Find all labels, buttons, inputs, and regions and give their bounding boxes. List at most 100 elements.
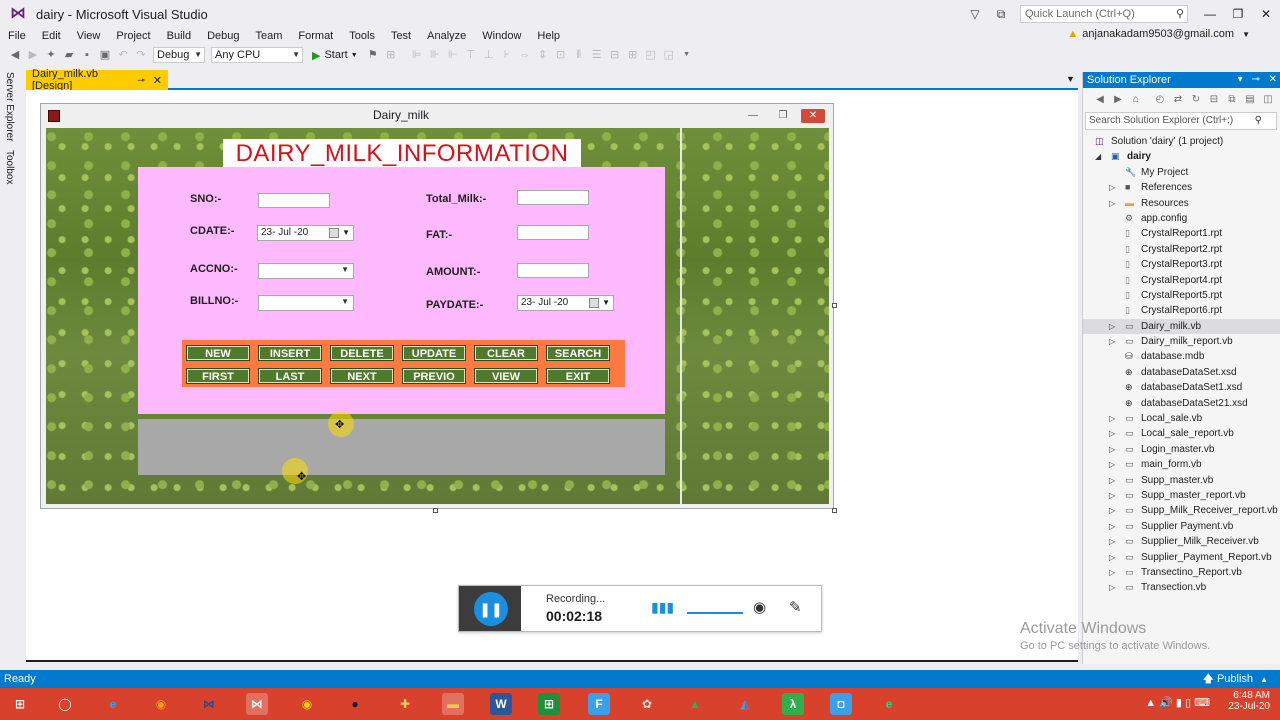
make-same-width-icon[interactable]: ⇔ — [518, 48, 532, 62]
close-button[interactable]: ✕ — [1252, 0, 1280, 28]
open-file-icon[interactable]: ▰ — [62, 48, 76, 62]
solution-tree-item[interactable]: ▷ ▭ Supp_master_report.vb — [1083, 488, 1280, 503]
button-panel[interactable]: NEW INSERT DELETE UPDATE CLEAR SEARCH FI… — [182, 340, 625, 387]
menu-edit[interactable]: Edit — [34, 30, 69, 42]
solution-tree-item[interactable]: ⊕ databaseDataSet1.xsd — [1083, 380, 1280, 395]
solution-tree-item[interactable]: ▷ ▭ Dairy_milk.vb — [1083, 318, 1280, 335]
align-bottoms-icon[interactable]: ⊦ — [500, 48, 514, 62]
align-to-grid-icon[interactable]: ⊞ — [384, 48, 398, 62]
new-project-icon[interactable]: ✦ — [44, 48, 58, 62]
menu-tools[interactable]: Tools — [341, 30, 383, 42]
solution-tree-item[interactable]: ⊕ databaseDataSet.xsd — [1083, 365, 1280, 380]
solution-tree-item[interactable]: ▷ ▭ Dairy_milk_report.vb — [1083, 334, 1280, 349]
view-button[interactable]: VIEW — [475, 369, 537, 383]
expand-arrow-icon[interactable]: ▷ — [1109, 550, 1115, 565]
expand-arrow-icon[interactable]: ◢ — [1095, 149, 1101, 164]
solution-tree-item[interactable]: ◢ ▣ dairy — [1083, 149, 1280, 164]
solution-tree-item[interactable]: ▷ ▭ Supplier_Payment_Report.vb — [1083, 550, 1280, 565]
solution-explorer-search-input[interactable]: Search Solution Explorer (Ctrl+;) ⚲ — [1085, 112, 1277, 130]
menu-view[interactable]: View — [69, 30, 109, 42]
solution-configuration-select[interactable]: Debug ▼ — [153, 47, 205, 63]
expand-arrow-icon[interactable]: ▷ — [1109, 580, 1115, 595]
expand-arrow-icon[interactable]: ▷ — [1109, 534, 1115, 549]
toolbar-options-icon[interactable]: ▼ — [680, 48, 694, 62]
chrome-icon[interactable]: ◉ — [296, 693, 318, 715]
windows-start-icon[interactable]: ⊞ — [9, 693, 31, 715]
expand-arrow-icon[interactable]: ▷ — [1109, 426, 1115, 441]
forward-icon[interactable]: ▶ — [1111, 93, 1125, 107]
data-grid-panel[interactable] — [138, 419, 665, 475]
expand-arrow-icon[interactable]: ▷ — [1109, 180, 1115, 195]
center-vertically-icon[interactable]: ⊞ — [626, 48, 640, 62]
system-clock[interactable]: 6:48 AM 23-Jul-20 — [1228, 690, 1270, 712]
undo-icon[interactable]: ↶ — [116, 48, 130, 62]
visual-studio-old-icon[interactable]: ⋈ — [198, 693, 220, 715]
solution-tree-item[interactable]: ▷ ▭ Transectino_Report.vb — [1083, 565, 1280, 580]
opera-icon[interactable]: ◯ — [54, 693, 76, 715]
back-icon[interactable]: ◀ — [1093, 93, 1107, 107]
media-app-icon[interactable]: ● — [344, 693, 366, 715]
redo-icon[interactable]: ↷ — [134, 48, 148, 62]
solution-tree-item[interactable]: ⛁ database.mdb — [1083, 349, 1280, 364]
solution-tree-item[interactable]: ▷ ▭ Supp_Milk_Receiver_report.vb — [1083, 503, 1280, 518]
label-amount[interactable]: AMOUNT:- — [426, 266, 480, 278]
make-same-height-icon[interactable]: ⇕ — [536, 48, 550, 62]
last-button[interactable]: LAST — [259, 369, 321, 383]
resize-handle-corner[interactable] — [832, 508, 837, 513]
green-app-icon[interactable]: ▲ — [684, 693, 706, 715]
show-all-files-icon[interactable]: ⧉ — [1225, 93, 1239, 107]
chevron-down-icon[interactable]: ▼ — [1066, 74, 1075, 84]
edge-icon[interactable]: e — [878, 693, 900, 715]
collapse-all-icon[interactable]: ⊟ — [1207, 93, 1221, 107]
exit-button[interactable]: EXIT — [547, 369, 609, 383]
banner-label[interactable]: DAIRY_MILK_INFORMATION — [223, 139, 581, 168]
solution-tree-item[interactable]: ⊕ databaseDataSet21.xsd — [1083, 396, 1280, 411]
expand-arrow-icon[interactable]: ▷ — [1109, 457, 1115, 472]
expand-arrow-icon[interactable]: ▷ — [1109, 411, 1115, 426]
webcam-icon[interactable]: ◉ — [753, 598, 766, 616]
solution-tree-item[interactable]: ▯ CrystalReport1.rpt — [1083, 226, 1280, 241]
minimize-button[interactable]: — — [1196, 0, 1224, 28]
label-fat[interactable]: FAT:- — [426, 229, 452, 241]
solution-tree-item[interactable]: ▯ CrystalReport5.rpt — [1083, 288, 1280, 303]
center-horizontally-icon[interactable]: ⊟ — [608, 48, 622, 62]
maximize-button[interactable]: ❐ — [1224, 0, 1252, 28]
make-same-size-icon[interactable]: ⊡ — [554, 48, 568, 62]
expand-arrow-icon[interactable]: ▷ — [1109, 488, 1115, 503]
solution-tree-item[interactable]: ▷ ▭ Login_master.vb — [1083, 442, 1280, 457]
label-sno[interactable]: SNO:- — [190, 193, 221, 205]
solution-tree-item[interactable]: ▷ ■ References — [1083, 180, 1280, 195]
previous-button[interactable]: PREVIO — [403, 369, 465, 383]
first-button[interactable]: FIRST — [187, 369, 249, 383]
system-tray-icons[interactable]: ▲ 🔊 ▮ ▯ ⌨ — [1145, 696, 1210, 709]
pin-icon[interactable]: ⊸ — [137, 75, 145, 86]
f-app-icon[interactable]: F — [588, 693, 610, 715]
next-button[interactable]: NEXT — [331, 369, 393, 383]
align-lefts-icon[interactable]: ⊫ — [410, 48, 424, 62]
solution-tree-item[interactable]: ▯ CrystalReport6.rpt — [1083, 303, 1280, 318]
solution-tree-item[interactable]: 🔧 My Project — [1083, 165, 1280, 180]
file-explorer-icon[interactable]: ▬ — [442, 693, 464, 715]
save-all-icon[interactable]: ▣ — [98, 48, 112, 62]
expand-arrow-icon[interactable]: ▷ — [1109, 565, 1115, 580]
feedback-icon[interactable]: ⧉ — [993, 6, 1009, 22]
total-milk-textbox[interactable] — [517, 190, 589, 205]
sno-textbox[interactable] — [258, 193, 330, 208]
menu-analyze[interactable]: Analyze — [419, 30, 474, 42]
solution-tree-item[interactable]: ⚙ app.config — [1083, 211, 1280, 226]
amount-textbox[interactable] — [517, 263, 589, 278]
solution-tree-item[interactable]: ◫ Solution 'dairy' (1 project) — [1083, 134, 1280, 149]
cdate-datepicker[interactable]: 23- Jul -20 ▼ — [257, 225, 354, 241]
toolbox-tab[interactable]: Toolbox — [4, 150, 15, 184]
wps-writer-icon[interactable]: W — [490, 693, 512, 715]
tab-order-icon[interactable]: ⚑ — [366, 48, 380, 62]
expand-arrow-icon[interactable]: ▷ — [1109, 196, 1115, 211]
visual-studio-icon[interactable]: ⋈ — [246, 693, 268, 715]
solution-tree-item[interactable]: ▷ ▭ Supplier Payment.vb — [1083, 519, 1280, 534]
save-icon[interactable]: ▪ — [80, 48, 94, 62]
firefox-icon[interactable]: ◉ — [150, 693, 172, 715]
resize-handle-right[interactable] — [832, 303, 837, 308]
internet-explorer-icon[interactable]: e — [102, 693, 124, 715]
accno-combobox[interactable]: ▼ — [258, 263, 354, 279]
tools-icon[interactable]: ✚ — [394, 693, 416, 715]
